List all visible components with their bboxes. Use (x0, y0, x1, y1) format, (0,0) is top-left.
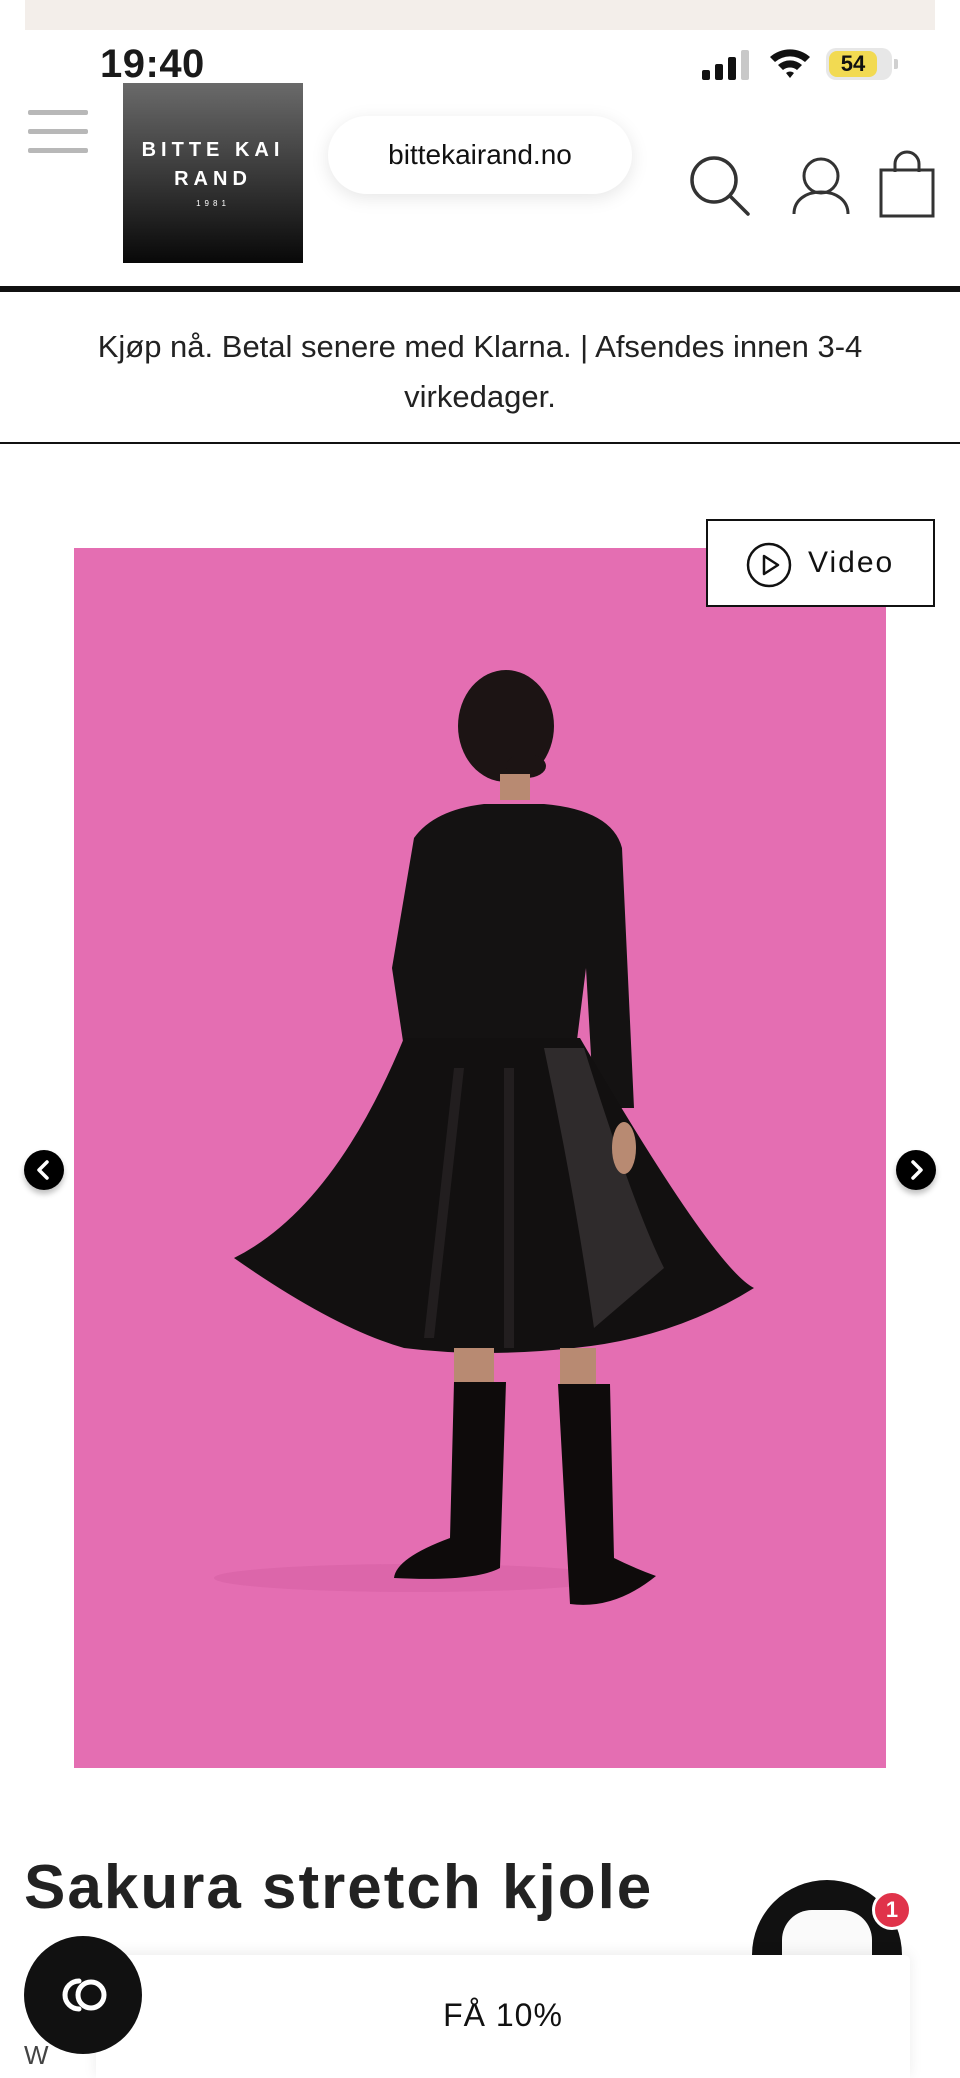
product-title: Sakura stretch kjole (24, 1853, 654, 1922)
search-icon[interactable] (688, 154, 752, 218)
shopping-bag-icon[interactable] (878, 150, 936, 218)
product-photo-illustration (74, 548, 886, 1768)
cookie-consent-icon (62, 1978, 107, 2012)
previous-image-button[interactable] (24, 1150, 64, 1190)
account-icon[interactable] (790, 154, 852, 218)
play-icon (746, 542, 792, 588)
wifi-icon (770, 49, 810, 78)
hamburger-menu-icon[interactable] (28, 110, 90, 156)
promo-banner: Kjøp nå. Betal senere med Klarna. | Afse… (0, 292, 960, 444)
video-label: Video (808, 546, 895, 579)
brand-logo[interactable]: BITTE KAI RAND 1981 (123, 83, 303, 263)
address-bar[interactable]: bittekairand.no (328, 116, 632, 194)
discount-label: FÅ 10% (443, 1997, 563, 2033)
logo-text-line2: RAND (174, 168, 252, 190)
chevron-left-icon (37, 1160, 49, 1180)
browser-top-strip (25, 0, 935, 30)
promo-text: Kjøp nå. Betal senere med Klarna. | Afse… (97, 329, 863, 414)
site-header: BITTE KAI RAND 1981 bittekairand.no (0, 80, 960, 285)
battery-icon: 54 (826, 48, 898, 80)
discount-bar[interactable]: FÅ 10% (96, 1955, 910, 2078)
chat-unread-badge: 1 (872, 1890, 912, 1930)
video-button[interactable]: Video (706, 519, 935, 607)
cookie-consent-button[interactable] (24, 1936, 142, 2054)
chevron-right-icon (911, 1160, 923, 1180)
cellular-signal-icon (702, 50, 749, 80)
battery-level: 54 (840, 51, 866, 76)
logo-year: 1981 (196, 199, 230, 208)
logo-text-line1: BITTE KAI (141, 139, 285, 161)
next-image-button[interactable] (896, 1150, 936, 1190)
truncated-text: W (24, 2040, 49, 2070)
product-image[interactable] (74, 548, 886, 1768)
